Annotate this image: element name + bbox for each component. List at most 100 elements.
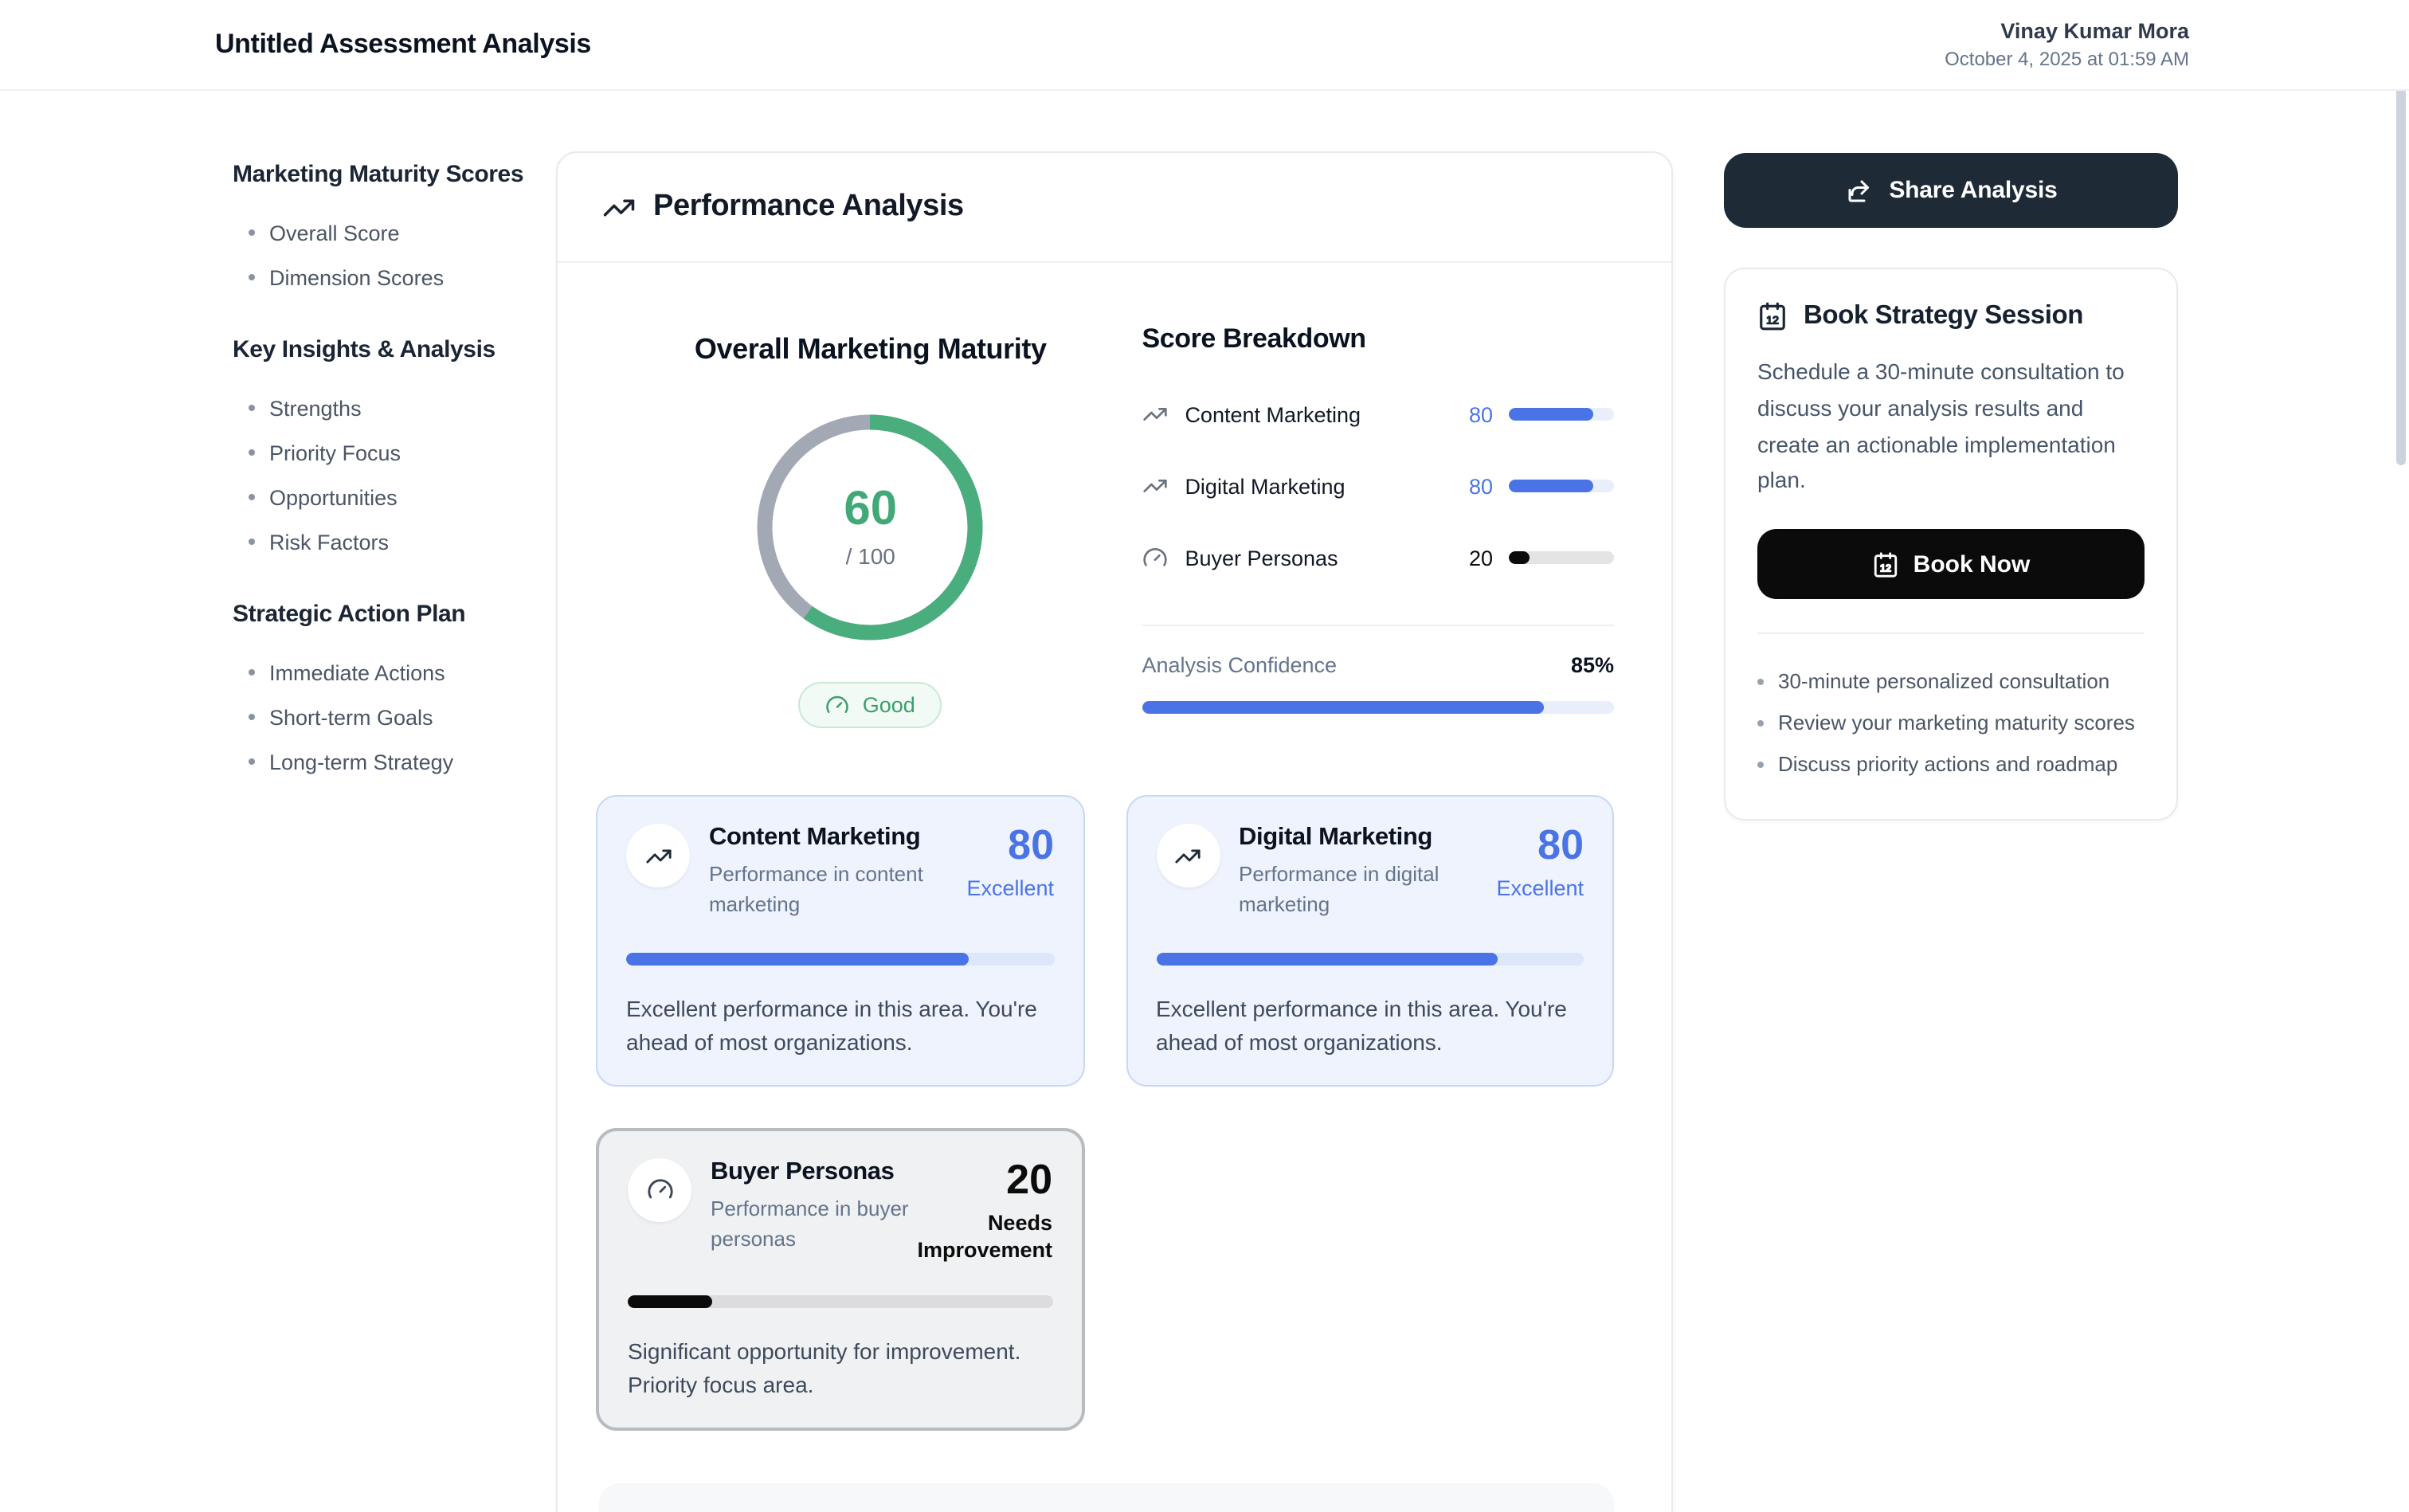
sidebar-item-long-term-strategy[interactable]: Long-term Strategy — [233, 739, 551, 784]
trending-up-icon — [602, 190, 636, 224]
bullet-dot-icon — [1757, 762, 1764, 768]
confidence-progress-bar — [1142, 701, 1614, 714]
score-interpretation-section: Score Interpretation — [599, 1484, 1614, 1512]
breakdown-label: Buyer Personas — [1185, 546, 1469, 570]
score-rating-label: Good — [863, 693, 915, 717]
user-info: Vinay Kumar Mora October 4, 2025 at 01:5… — [1945, 19, 2189, 70]
page-title: Untitled Assessment Analysis — [215, 29, 591, 61]
performance-analysis-panel: Performance Analysis Overall Marketing M… — [556, 151, 1673, 1512]
book-now-label: Book Now — [1913, 551, 2031, 578]
share-analysis-label: Share Analysis — [1889, 177, 2057, 204]
trending-up-icon — [1142, 473, 1167, 499]
card-title: Digital Marketing — [1239, 824, 1481, 852]
bullet-dot-icon — [249, 405, 255, 411]
overall-score-value: 60 — [844, 486, 897, 534]
bullet-dot-icon — [249, 274, 255, 280]
card-progress-bar — [626, 952, 1054, 965]
divider — [1142, 625, 1614, 626]
svg-text:12: 12 — [1766, 315, 1779, 327]
card-subtitle: Performance in content marketing — [709, 860, 951, 920]
toc-section-insights: Key Insights & Analysis Strengths Priori… — [233, 335, 551, 564]
sidebar-item-label: Priority Focus — [269, 441, 401, 464]
card-rating: Needs Improvement — [911, 1210, 1052, 1264]
sidebar-item-strengths[interactable]: Strengths — [233, 386, 551, 430]
breakdown-progress-bar — [1509, 551, 1614, 564]
toc-section-title: Key Insights & Analysis — [233, 335, 551, 366]
card-score: 20 — [911, 1158, 1052, 1199]
trending-up-icon — [1142, 402, 1167, 427]
bullet-dot-icon — [249, 229, 255, 236]
dimension-card-buyer-personas[interactable]: Buyer Personas Performance in buyer pers… — [596, 1127, 1084, 1432]
sidebar-item-short-term-goals[interactable]: Short-term Goals — [233, 695, 551, 739]
sidebar-item-dimension-scores[interactable]: Dimension Scores — [233, 255, 551, 300]
card-description: Excellent performance in this area. You'… — [626, 992, 1054, 1059]
overall-score-gauge: 60 / 100 — [751, 408, 990, 647]
score-breakdown-title: Score Breakdown — [1142, 323, 1614, 355]
sidebar-item-label: Strengths — [269, 396, 362, 420]
sidebar-item-label: Long-term Strategy — [269, 750, 453, 774]
overall-score-denominator: / 100 — [846, 543, 895, 569]
breakdown-progress-bar — [1509, 480, 1614, 492]
card-progress-bar — [628, 1296, 1052, 1309]
sidebar-item-label: Opportunities — [269, 485, 398, 509]
sidebar-item-label: Immediate Actions — [269, 660, 445, 684]
book-now-button[interactable]: 12 Book Now — [1757, 530, 2145, 600]
report-timestamp: October 4, 2025 at 01:59 AM — [1945, 48, 2189, 70]
divider — [1757, 633, 2145, 635]
list-item: Discuss priority actions and roadmap — [1757, 743, 2145, 785]
breakdown-progress-bar — [1509, 408, 1614, 421]
action-sidebar: Share Analysis 12 Book Strategy Session … — [1724, 153, 2178, 821]
gauge-icon — [646, 1176, 673, 1203]
bullet-dot-icon — [249, 669, 255, 676]
toc-sidebar: Marketing Maturity Scores Overall Score … — [233, 159, 551, 819]
bullet-dot-icon — [249, 539, 255, 545]
book-strategy-card: 12 Book Strategy Session Schedule a 30-m… — [1724, 268, 2178, 821]
bullet-dot-icon — [249, 758, 255, 765]
dimension-card-content-marketing[interactable]: Content Marketing Performance in content… — [596, 795, 1084, 1086]
breakdown-row-content-marketing: Content Marketing 80 — [1142, 402, 1614, 427]
gauge-icon — [1142, 545, 1167, 570]
card-rating: Excellent — [1496, 876, 1584, 903]
card-title: Content Marketing — [709, 824, 951, 852]
sidebar-item-label: Dimension Scores — [269, 265, 444, 289]
trending-up-icon — [1174, 842, 1201, 869]
overall-maturity-block: Overall Marketing Maturity 60 / 100 — [599, 263, 1142, 728]
trending-up-icon — [644, 842, 672, 869]
bullet-dot-icon — [249, 449, 255, 456]
dimension-cards-grid: Content Marketing Performance in content… — [596, 795, 1614, 1432]
bullet-dot-icon — [1757, 720, 1764, 727]
sidebar-item-opportunities[interactable]: Opportunities — [233, 475, 551, 519]
card-icon-circle — [1156, 824, 1220, 887]
score-breakdown-block: Score Breakdown Content Marketing 80 Dig… — [1142, 263, 1614, 728]
sidebar-item-risk-factors[interactable]: Risk Factors — [233, 519, 551, 564]
card-subtitle: Performance in digital marketing — [1239, 860, 1481, 920]
panel-title: Performance Analysis — [653, 190, 964, 225]
card-icon-circle — [626, 824, 690, 887]
user-name: Vinay Kumar Mora — [1945, 19, 2189, 43]
list-item: 30-minute personalized consultation — [1757, 660, 2145, 702]
bullet-dot-icon — [1757, 679, 1764, 685]
analysis-confidence-row: Analysis Confidence 85% — [1142, 653, 1614, 677]
sidebar-item-immediate-actions[interactable]: Immediate Actions — [233, 650, 551, 695]
breakdown-row-digital-marketing: Digital Marketing 80 — [1142, 473, 1614, 499]
calendar-icon: 12 — [1757, 301, 1788, 331]
toc-section-title: Marketing Maturity Scores — [233, 159, 551, 191]
card-score: 80 — [966, 824, 1054, 865]
breakdown-label: Digital Marketing — [1185, 474, 1469, 498]
sidebar-item-priority-focus[interactable]: Priority Focus — [233, 430, 551, 475]
overall-maturity-title: Overall Marketing Maturity — [695, 333, 1047, 366]
toc-section-title: Strategic Action Plan — [233, 599, 551, 631]
share-analysis-button[interactable]: Share Analysis — [1724, 153, 2178, 228]
sidebar-item-label: Risk Factors — [269, 530, 389, 554]
gauge-icon — [826, 693, 850, 717]
breakdown-value: 80 — [1469, 402, 1493, 426]
card-icon-circle — [628, 1158, 691, 1221]
dimension-card-digital-marketing[interactable]: Digital Marketing Performance in digital… — [1126, 795, 1614, 1086]
sidebar-item-overall-score[interactable]: Overall Score — [233, 210, 551, 255]
sidebar-item-label: Short-term Goals — [269, 705, 433, 729]
page: Untitled Assessment Analysis Vinay Kumar… — [0, 0, 2409, 1512]
confidence-label: Analysis Confidence — [1142, 653, 1337, 677]
card-title: Buyer Personas — [711, 1158, 911, 1186]
card-description: Excellent performance in this area. You'… — [1156, 992, 1584, 1059]
card-rating: Excellent — [966, 876, 1054, 903]
